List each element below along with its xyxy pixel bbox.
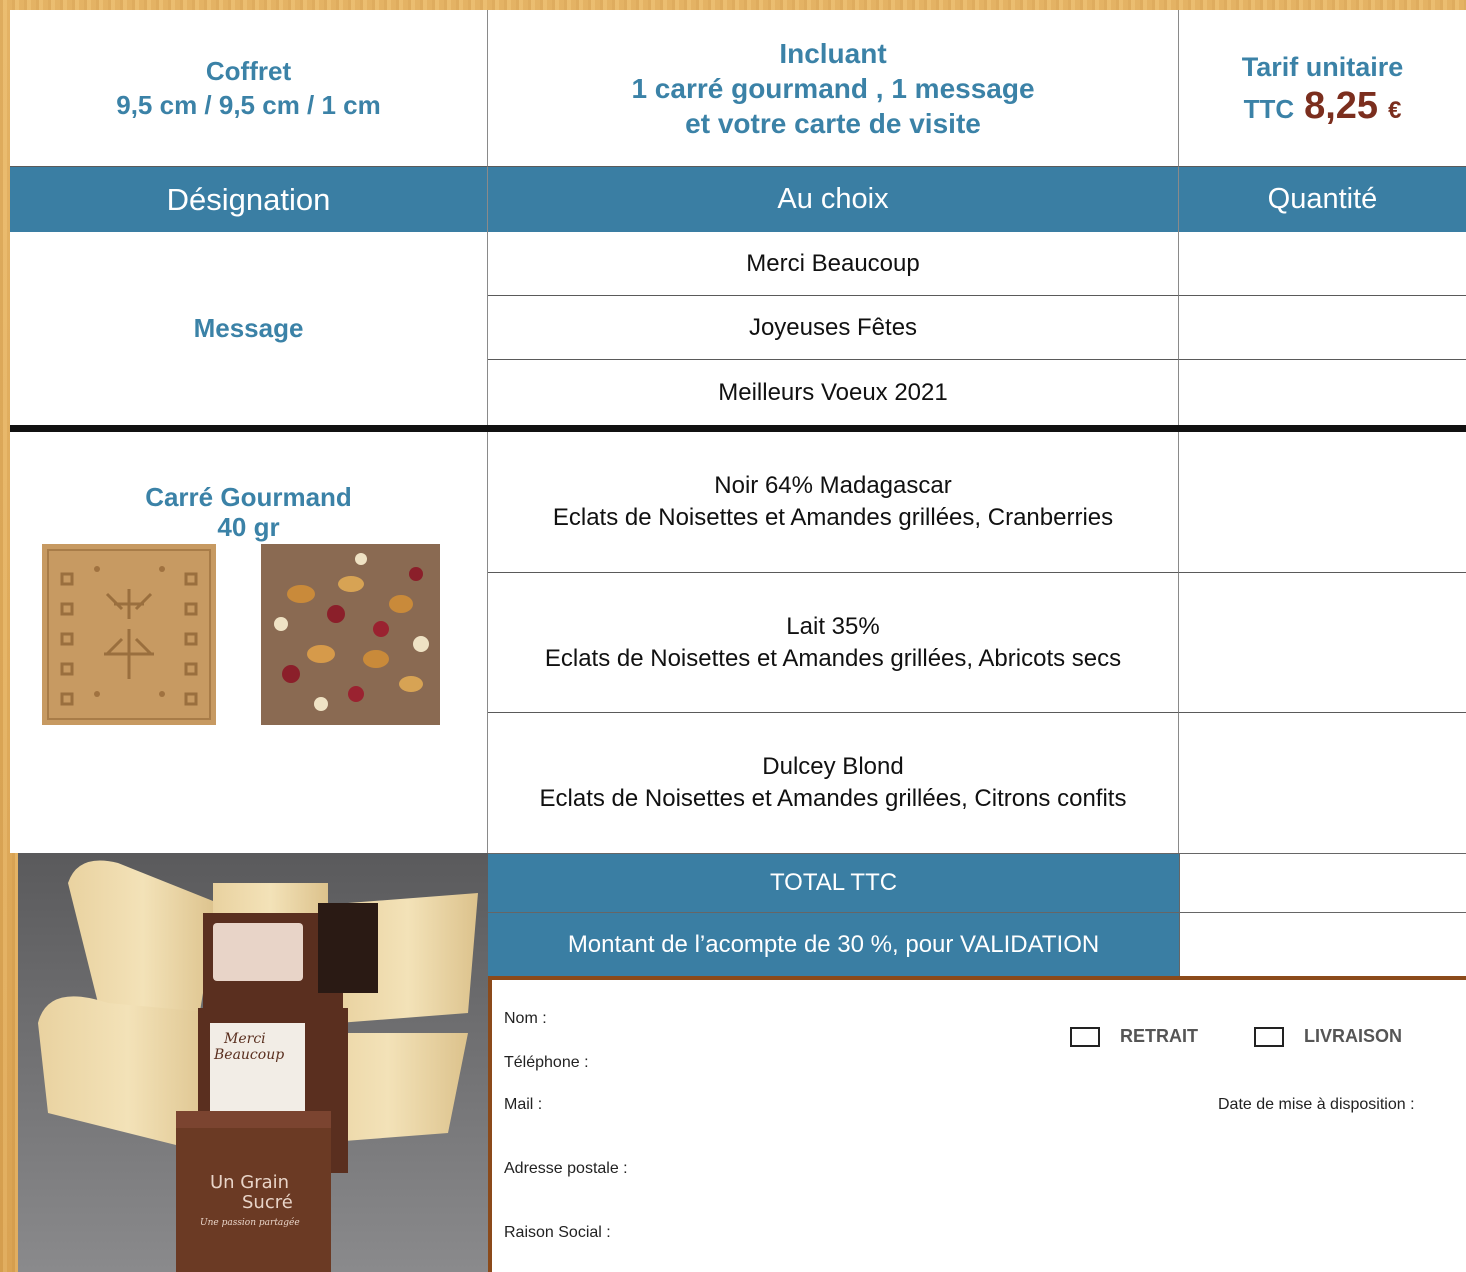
message-option-2: Joyeuses Fêtes bbox=[488, 296, 1179, 360]
brand-logo-top: Un Grain bbox=[210, 1172, 289, 1193]
chocolate-toppings-image bbox=[261, 544, 440, 725]
column-header-choix: Au choix bbox=[488, 167, 1179, 232]
chocolate-plain-image bbox=[42, 544, 216, 725]
retrait-checkbox[interactable] bbox=[1070, 1026, 1100, 1047]
livraison-option[interactable]: LIVRAISON bbox=[1254, 1026, 1402, 1047]
carre-option-1: Noir 64% Madagascar Eclats de Noisettes … bbox=[488, 432, 1179, 573]
livraison-checkbox[interactable] bbox=[1254, 1026, 1284, 1047]
incluant-line-2: 1 carré gourmand , 1 message bbox=[631, 72, 1035, 104]
message-label-cell: Message bbox=[10, 232, 488, 425]
mail-label: Mail : bbox=[504, 1096, 543, 1113]
section-separator bbox=[10, 425, 1466, 432]
carre-option-2: Lait 35% Eclats de Noisettes et Amandes … bbox=[488, 573, 1179, 713]
brand-logo-bottom: Sucré bbox=[242, 1192, 293, 1213]
quantity-input-message-1[interactable] bbox=[1179, 232, 1466, 296]
carre-option-2-desc: Eclats de Noisettes et Amandes grillées,… bbox=[544, 644, 1122, 672]
acompte-label: Montant de l’acompte de 30 %, pour VALID… bbox=[488, 913, 1179, 976]
incluant-line-3: et votre carte de visite bbox=[685, 107, 981, 139]
carre-option-3: Dulcey Blond Eclats de Noisettes et Aman… bbox=[488, 713, 1179, 853]
column-header-quantite: Quantité bbox=[1179, 167, 1466, 232]
carre-option-3-desc: Eclats de Noisettes et Amandes grillées,… bbox=[539, 785, 1127, 812]
livraison-label: LIVRAISON bbox=[1304, 1026, 1403, 1046]
brand-tagline: Une passion partagée bbox=[200, 1217, 300, 1228]
card-text-beaucoup: Beaucoup bbox=[213, 1047, 284, 1063]
carre-weight: 40 gr bbox=[217, 512, 280, 542]
message-option-3: Meilleurs Voeux 2021 bbox=[488, 360, 1179, 425]
telephone-label: Téléphone : bbox=[504, 1054, 589, 1071]
raison-sociale-label: Raison Social : bbox=[504, 1224, 611, 1241]
retrait-label: RETRAIT bbox=[1120, 1026, 1198, 1046]
acompte-value[interactable] bbox=[1179, 913, 1466, 976]
unit-price: 8,25 bbox=[1304, 84, 1379, 127]
incluant-header-cell: Incluant 1 carré gourmand , 1 message et… bbox=[488, 10, 1179, 167]
ttc-label: TTC bbox=[1243, 93, 1295, 124]
nom-label: Nom : bbox=[504, 1010, 547, 1027]
tarif-header-cell: Tarif unitaire TTC 8,25 € bbox=[1179, 10, 1466, 167]
total-ttc-label: TOTAL TTC bbox=[488, 853, 1179, 913]
retrait-option[interactable]: RETRAIT bbox=[1070, 1026, 1198, 1047]
incluant-line-1: Incluant bbox=[779, 37, 887, 69]
quantity-input-carre-3[interactable] bbox=[1179, 713, 1466, 853]
coffret-header-cell: Coffret 9,5 cm / 9,5 cm / 1 cm bbox=[10, 10, 488, 167]
message-option-1: Merci Beaucoup bbox=[488, 232, 1179, 296]
carre-title: Carré Gourmand bbox=[145, 482, 352, 512]
coffret-dimensions: 9,5 cm / 9,5 cm / 1 cm bbox=[116, 90, 381, 120]
gift-box-photo: Merci Beaucoup Un Grain Sucré Une passio… bbox=[18, 853, 488, 1272]
quantity-input-carre-1[interactable] bbox=[1179, 432, 1466, 573]
quantity-input-message-2[interactable] bbox=[1179, 296, 1466, 360]
carre-option-3-name: Dulcey Blond bbox=[762, 753, 904, 780]
date-disposition-label: Date de mise à disposition : bbox=[1218, 1096, 1415, 1113]
adresse-label: Adresse postale : bbox=[504, 1160, 628, 1177]
carre-option-2-name: Lait 35% bbox=[786, 612, 880, 640]
quantity-input-carre-2[interactable] bbox=[1179, 573, 1466, 713]
column-header-designation: Désignation bbox=[10, 167, 488, 232]
coffret-title: Coffret bbox=[205, 56, 292, 86]
carre-option-1-name: Noir 64% Madagascar bbox=[714, 472, 952, 499]
currency-symbol: € bbox=[1388, 96, 1402, 124]
message-label: Message bbox=[193, 313, 304, 343]
card-text-merci: Merci bbox=[223, 1031, 266, 1047]
quantity-input-message-3[interactable] bbox=[1179, 360, 1466, 425]
carre-option-1-desc: Eclats de Noisettes et Amandes grillées,… bbox=[552, 504, 1114, 531]
customer-form: Nom : Téléphone : Mail : Adresse postale… bbox=[488, 976, 1466, 1272]
tarif-title: Tarif unitaire bbox=[1241, 51, 1404, 82]
total-ttc-value[interactable] bbox=[1179, 853, 1466, 913]
